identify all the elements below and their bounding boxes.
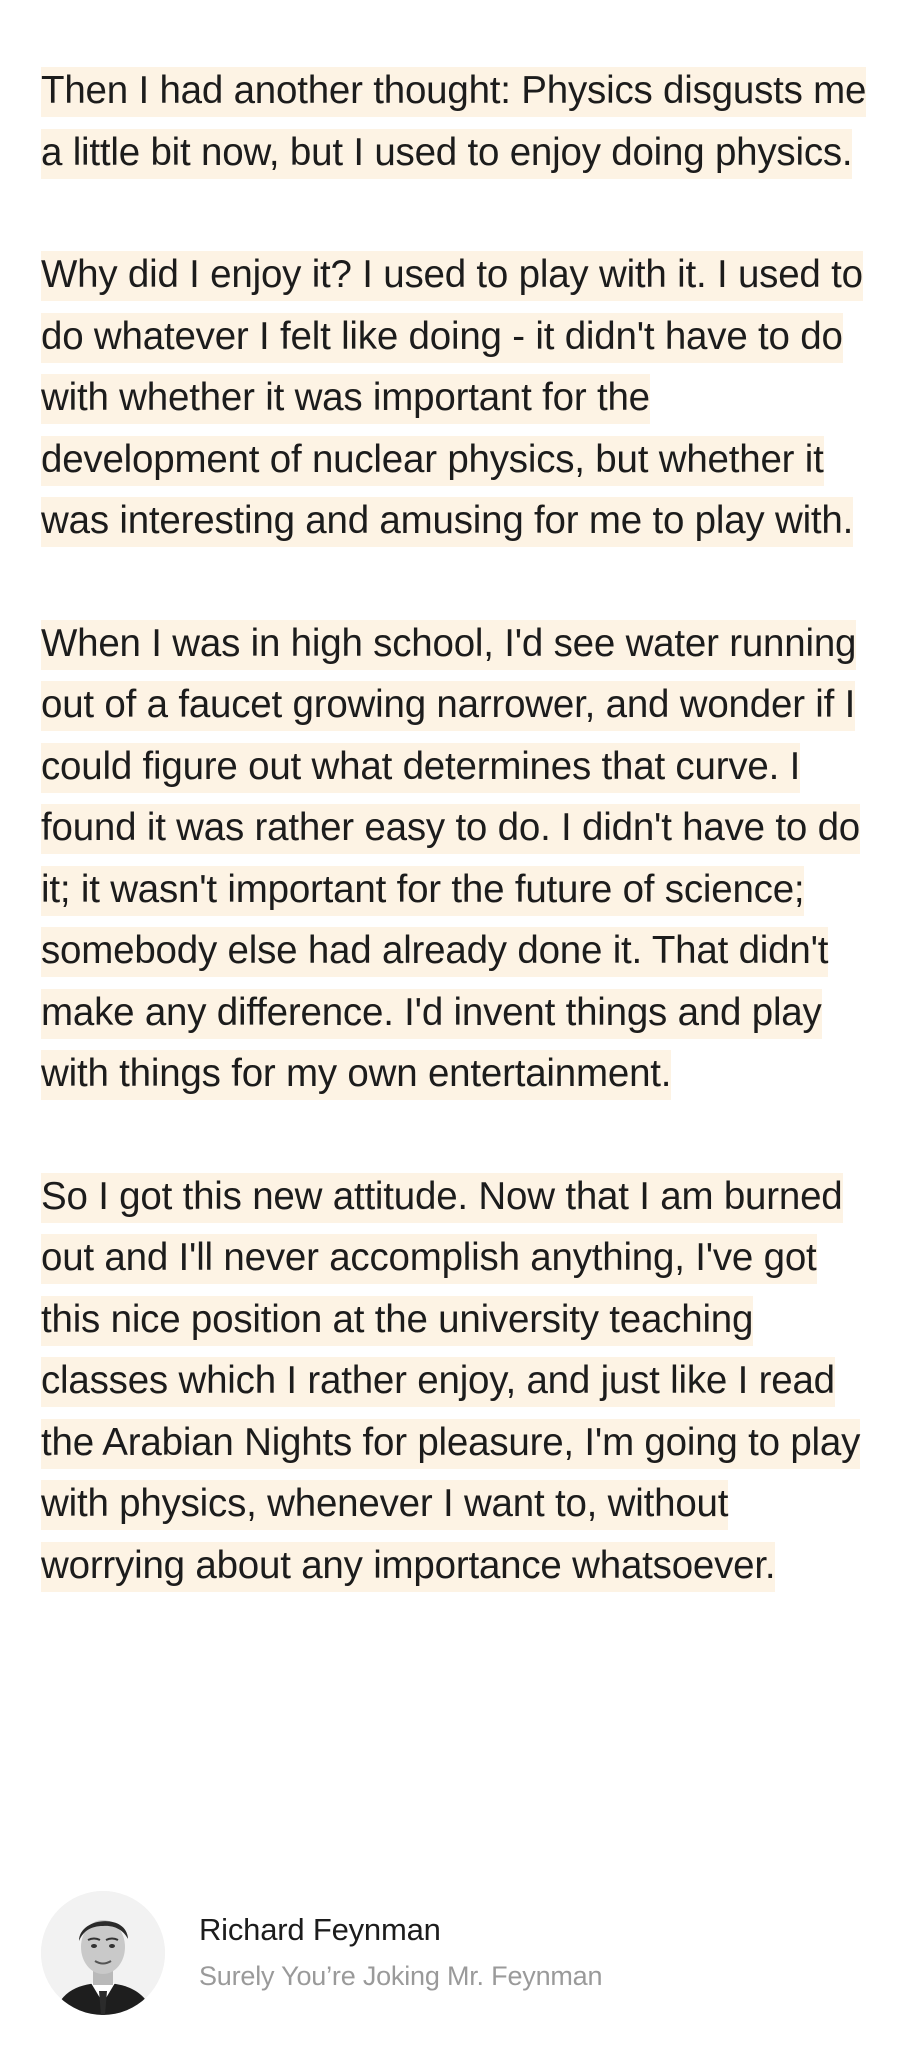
highlighted-text: Then I had another thought: Physics disg… xyxy=(41,67,866,179)
attribution-text: Richard Feynman Surely You’re Joking Mr.… xyxy=(199,1910,603,1996)
highlighted-text: So I got this new attitude. Now that I a… xyxy=(41,1172,860,1592)
quote-paragraph-4: So I got this new attitude. Now that I a… xyxy=(41,1166,871,1597)
author-avatar xyxy=(41,1890,165,2015)
quote-paragraph-3: When I was in high school, I'd see water… xyxy=(41,613,871,1105)
highlighted-text: When I was in high school, I'd see water… xyxy=(41,619,860,1100)
quote-paragraph-2: Why did I enjoy it? I used to play with … xyxy=(41,244,871,552)
source-title: Surely You’re Joking Mr. Feynman xyxy=(199,1960,603,1991)
portrait-icon xyxy=(41,1890,165,2015)
quote-paragraph-1: Then I had another thought: Physics disg… xyxy=(41,60,871,183)
quote-body: Then I had another thought: Physics disg… xyxy=(41,60,871,1657)
attribution: Richard Feynman Surely You’re Joking Mr.… xyxy=(41,1890,603,2015)
author-name: Richard Feynman xyxy=(199,1911,441,1947)
highlighted-text: Why did I enjoy it? I used to play with … xyxy=(41,251,863,547)
